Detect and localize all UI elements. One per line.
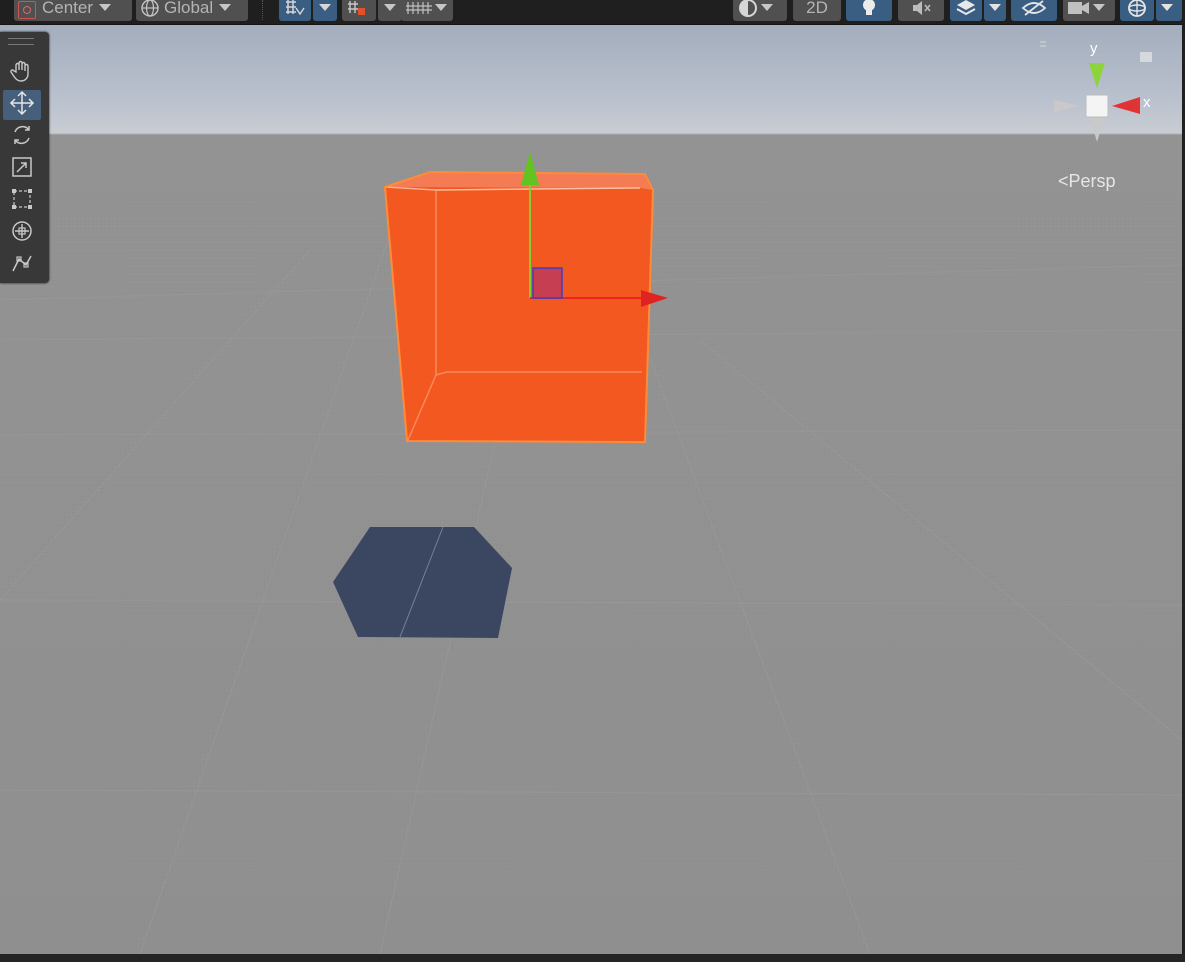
lock-icon[interactable] [1140, 52, 1152, 62]
mode-2d-button[interactable]: 2D [793, 0, 841, 21]
toolbar-divider [262, 0, 265, 20]
scene-toolbar: Center Global 2D [0, 0, 1185, 25]
grid-snap-icon [283, 0, 305, 18]
rotate-tool[interactable] [3, 122, 41, 152]
chevron-down-icon [1093, 4, 1105, 11]
pivot-mode-label: Center [42, 0, 94, 17]
gizmo-y-label: y [1090, 40, 1098, 57]
globe-icon [140, 0, 160, 18]
chevron-down-icon [319, 4, 331, 11]
selected-cube[interactable] [383, 170, 655, 444]
camera-icon [1067, 0, 1091, 17]
scene-effects-menu[interactable] [984, 0, 1006, 21]
pivot-center-icon [18, 0, 36, 19]
chevron-down-icon [761, 4, 773, 11]
snap-increment-button[interactable] [342, 0, 376, 21]
eye-crossed-icon [1021, 0, 1047, 18]
custom-tool[interactable] [3, 250, 41, 280]
transform-tool[interactable] [3, 218, 41, 248]
gizmos-menu[interactable] [1156, 0, 1182, 21]
space-mode-label: Global [164, 0, 214, 17]
chevron-down-icon [1161, 4, 1173, 11]
scene-canvas [0, 135, 1182, 954]
chevron-down-icon [384, 4, 396, 11]
gizmos-toggle[interactable] [1120, 0, 1154, 21]
perspective-icon: < [1058, 171, 1069, 191]
move-arrows-icon [9, 90, 35, 121]
audio-mute-icon [910, 0, 932, 18]
gizmos-icon [1126, 0, 1148, 19]
chevron-down-icon [219, 4, 232, 11]
chevron-down-icon [435, 4, 447, 11]
pivot-mode-dropdown[interactable]: Center [14, 0, 132, 21]
projection-toggle[interactable]: <Persp [1058, 171, 1116, 192]
rotate-icon [10, 123, 34, 152]
lightbulb-icon [860, 0, 878, 19]
projection-label: Persp [1068, 171, 1116, 191]
snap-increment-menu[interactable] [378, 0, 402, 21]
move-tool[interactable] [3, 90, 41, 120]
scene-viewport[interactable]: y x <Persp [0, 25, 1182, 954]
shading-mode-dropdown[interactable] [733, 0, 787, 21]
space-mode-dropdown[interactable]: Global [136, 0, 248, 21]
window-bottom-border [0, 954, 1185, 962]
hand-tool[interactable] [3, 58, 41, 88]
transform-icon [10, 219, 34, 248]
tools-overlay [0, 32, 49, 283]
gizmo-x-label: x [1143, 94, 1151, 111]
hand-icon [10, 59, 34, 88]
cube-shadow [333, 527, 512, 638]
scale-tool[interactable] [3, 154, 41, 184]
scene-effects-toggle[interactable] [950, 0, 982, 21]
effects-layers-icon [955, 0, 977, 18]
scale-icon [10, 155, 34, 184]
vertex-snap-icon [405, 0, 433, 18]
camera-settings-dropdown[interactable] [1063, 0, 1115, 21]
rect-tool[interactable] [3, 186, 41, 216]
mode-2d-label: 2D [806, 0, 828, 17]
grid-snap-button[interactable] [279, 0, 311, 21]
xy-plane-handle[interactable] [532, 267, 563, 299]
scene-lighting-toggle[interactable] [846, 0, 892, 21]
rect-transform-icon [10, 187, 34, 216]
grid-snap-menu[interactable] [313, 0, 337, 21]
snap-increment-icon [346, 0, 370, 18]
drag-handle[interactable] [8, 38, 34, 45]
shading-mode-icon [737, 0, 759, 19]
vertex-snap-button[interactable] [401, 0, 453, 21]
chevron-down-icon [989, 4, 1001, 11]
chevron-down-icon [99, 4, 112, 11]
scene-audio-toggle[interactable] [898, 0, 944, 21]
custom-editor-tool-icon [10, 251, 34, 280]
scene-visibility-toggle[interactable] [1011, 0, 1057, 21]
